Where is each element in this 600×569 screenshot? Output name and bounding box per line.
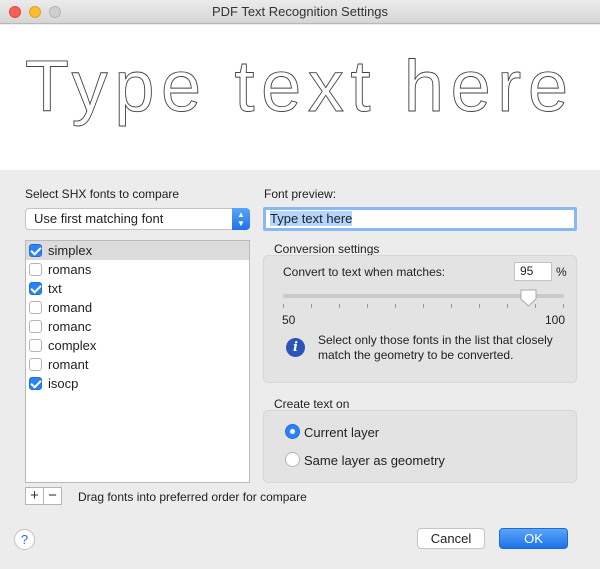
conversion-settings-title: Conversion settings <box>274 242 380 256</box>
font-name: romanc <box>48 319 92 334</box>
remove-font-button[interactable]: − <box>43 487 62 505</box>
list-item[interactable]: simplex <box>26 241 249 260</box>
minimize-window-button[interactable] <box>29 6 41 18</box>
match-threshold-input[interactable]: 95 <box>514 262 552 281</box>
font-preview-canvas: Type text here <box>0 25 600 170</box>
percent-unit: % <box>556 265 567 279</box>
current-layer-label[interactable]: Current layer <box>304 425 379 440</box>
list-item[interactable]: romant <box>26 355 249 374</box>
slider-min-label: 50 <box>282 313 296 327</box>
ok-button[interactable]: OK <box>499 528 568 549</box>
same-layer-label[interactable]: Same layer as geometry <box>304 453 445 468</box>
font-checkbox[interactable] <box>29 282 42 295</box>
matching-mode-value: Use first matching font <box>34 211 164 226</box>
current-layer-radio[interactable] <box>285 424 300 439</box>
info-text: Select only those fonts in the list that… <box>318 333 553 362</box>
font-name: romand <box>48 300 93 315</box>
preview-text: Type text here <box>25 47 577 127</box>
shx-fonts-label: Select SHX fonts to compare <box>25 187 180 201</box>
font-preview-input-value: Type text here <box>270 211 353 226</box>
match-threshold-label: Convert to text when matches: <box>283 265 446 279</box>
cancel-button[interactable]: Cancel <box>417 528 485 549</box>
preview-glyphs: Type text here <box>25 47 577 128</box>
font-preview-input[interactable]: Type text here <box>263 207 577 231</box>
font-checkbox[interactable] <box>29 263 42 276</box>
create-text-on-title: Create text on <box>274 397 350 411</box>
font-name: isocp <box>48 376 79 391</box>
list-item[interactable]: complex <box>26 336 249 355</box>
list-item[interactable]: romans <box>26 260 249 279</box>
list-item[interactable]: txt <box>26 279 249 298</box>
list-item[interactable]: isocp <box>26 374 249 393</box>
font-checkbox[interactable] <box>29 301 42 314</box>
font-name: romans <box>48 262 92 277</box>
list-item[interactable]: romand <box>26 298 249 317</box>
help-button[interactable]: ? <box>14 529 35 550</box>
shx-font-list[interactable]: simplex romans txt romand romanc complex… <box>25 240 250 483</box>
chevron-updown-icon: ▲ ▼ <box>232 208 250 230</box>
info-icon: i <box>286 338 305 357</box>
title-bar: PDF Text Recognition Settings <box>0 0 600 24</box>
font-name: romant <box>48 357 89 372</box>
font-checkbox[interactable] <box>29 320 42 333</box>
matching-mode-dropdown[interactable]: Use first matching font ▲ ▼ <box>25 208 250 230</box>
font-checkbox[interactable] <box>29 244 42 257</box>
font-name: txt <box>48 281 62 296</box>
font-name: complex <box>48 338 97 353</box>
same-layer-radio[interactable] <box>285 452 300 467</box>
font-checkbox[interactable] <box>29 339 42 352</box>
font-checkbox[interactable] <box>29 358 42 371</box>
slider-max-label: 100 <box>545 313 566 327</box>
font-checkbox[interactable] <box>29 377 42 390</box>
slider-knob[interactable] <box>520 289 537 307</box>
drag-hint-text: Drag fonts into preferred order for comp… <box>78 490 307 504</box>
zoom-window-button <box>49 6 61 18</box>
create-text-on-group <box>263 410 577 483</box>
font-name: simplex <box>48 243 93 258</box>
window-title: PDF Text Recognition Settings <box>211 4 389 19</box>
add-font-button[interactable]: + <box>25 487 44 505</box>
font-preview-label: Font preview: <box>264 187 337 201</box>
list-item[interactable]: romanc <box>26 317 249 336</box>
close-window-button[interactable] <box>9 6 21 18</box>
